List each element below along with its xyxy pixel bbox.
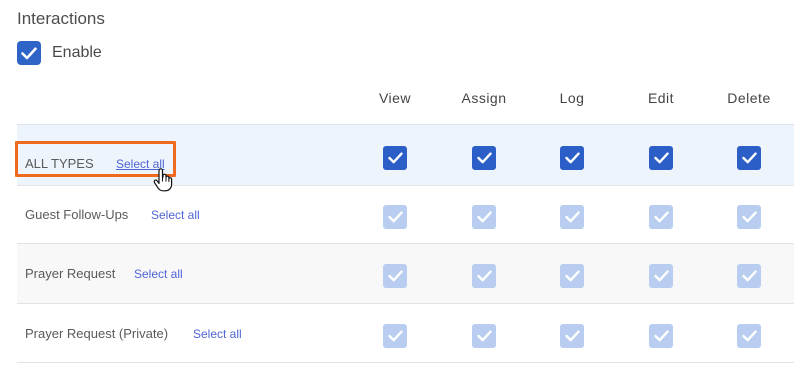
checkbox-view[interactable] xyxy=(383,324,407,348)
enable-label: Enable xyxy=(52,44,102,61)
check-icon xyxy=(653,330,669,342)
column-header-log: Log xyxy=(559,90,585,106)
checkbox-view[interactable] xyxy=(383,205,407,229)
row-type-label: Prayer Request xyxy=(25,266,116,281)
checkbox-edit[interactable] xyxy=(649,205,673,229)
check-icon xyxy=(387,330,403,342)
select-all-link[interactable]: Select all xyxy=(151,208,200,222)
column-header-assign: Assign xyxy=(461,90,507,106)
checkbox-delete[interactable] xyxy=(737,205,761,229)
select-all-link[interactable]: Select all xyxy=(134,267,183,281)
checkbox-delete[interactable] xyxy=(737,146,761,170)
highlight-box xyxy=(15,141,176,177)
check-icon xyxy=(21,47,37,59)
checkbox-log[interactable] xyxy=(560,205,584,229)
check-icon xyxy=(653,270,669,282)
checkbox-delete[interactable] xyxy=(737,264,761,288)
hand-pointer-icon xyxy=(153,168,173,192)
checkbox-log[interactable] xyxy=(560,264,584,288)
check-icon xyxy=(387,152,403,164)
checkbox-delete[interactable] xyxy=(737,324,761,348)
checkbox-edit[interactable] xyxy=(649,324,673,348)
check-icon xyxy=(653,152,669,164)
check-icon xyxy=(653,211,669,223)
check-icon xyxy=(564,152,580,164)
checkbox-assign[interactable] xyxy=(472,205,496,229)
check-icon xyxy=(476,211,492,223)
check-icon xyxy=(741,270,757,282)
column-header-view: View xyxy=(378,90,412,106)
check-icon xyxy=(741,152,757,164)
check-icon xyxy=(476,152,492,164)
checkbox-view[interactable] xyxy=(383,146,407,170)
enable-checkbox[interactable] xyxy=(17,41,41,65)
checkbox-view[interactable] xyxy=(383,264,407,288)
check-icon xyxy=(741,211,757,223)
checkbox-log[interactable] xyxy=(560,146,584,170)
row-type-label: Guest Follow-Ups xyxy=(25,207,129,222)
enable-row: Enable xyxy=(17,41,102,65)
column-header-edit: Edit xyxy=(647,90,675,106)
check-icon xyxy=(741,330,757,342)
checkbox-assign[interactable] xyxy=(472,264,496,288)
check-icon xyxy=(564,211,580,223)
checkbox-log[interactable] xyxy=(560,324,584,348)
checkbox-edit[interactable] xyxy=(649,264,673,288)
checkbox-assign[interactable] xyxy=(472,146,496,170)
checkbox-edit[interactable] xyxy=(649,146,673,170)
column-header-delete: Delete xyxy=(727,90,771,106)
check-icon xyxy=(387,211,403,223)
row-type-label: Prayer Request (Private) xyxy=(25,326,169,341)
select-all-link[interactable]: Select all xyxy=(193,327,242,341)
check-icon xyxy=(476,270,492,282)
check-icon xyxy=(564,270,580,282)
checkbox-assign[interactable] xyxy=(472,324,496,348)
interactions-section-title: Interactions xyxy=(17,9,105,28)
check-icon xyxy=(387,270,403,282)
check-icon xyxy=(564,330,580,342)
check-icon xyxy=(476,330,492,342)
